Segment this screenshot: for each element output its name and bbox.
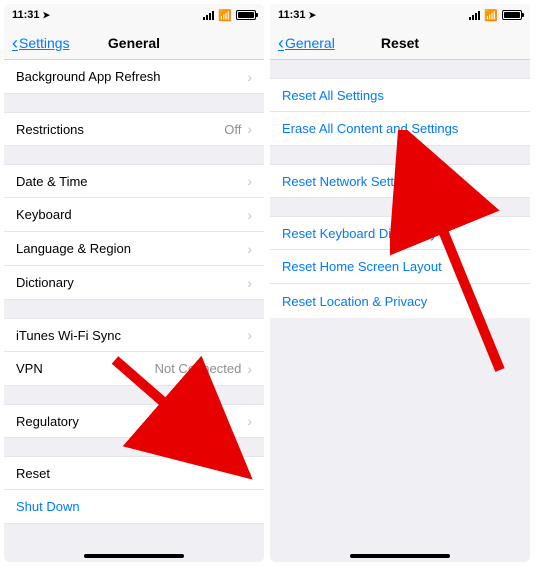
row-label: Reset Home Screen Layout xyxy=(282,259,518,274)
signal-icon xyxy=(203,11,214,20)
row-erase-all-content[interactable]: Erase All Content and Settings xyxy=(270,112,530,146)
row-label: Erase All Content and Settings xyxy=(282,121,518,136)
row-background-app-refresh[interactable]: Background App Refresh › xyxy=(4,60,264,94)
back-button-settings[interactable]: ‹ Settings xyxy=(12,34,70,52)
chevron-right-icon: › xyxy=(247,327,252,343)
row-value: Not Connected xyxy=(155,361,242,376)
chevron-left-icon: ‹ xyxy=(12,34,18,52)
row-label: Reset xyxy=(16,466,247,481)
home-indicator[interactable] xyxy=(84,554,184,558)
row-label: Regulatory xyxy=(16,414,247,429)
back-button-general[interactable]: ‹ General xyxy=(278,34,335,52)
status-bar: 11:31 ➤ 📶 xyxy=(270,4,530,26)
chevron-left-icon: ‹ xyxy=(278,34,284,52)
home-indicator[interactable] xyxy=(350,554,450,558)
chevron-right-icon: › xyxy=(247,413,252,429)
chevron-right-icon: › xyxy=(247,207,252,223)
row-reset-home-screen-layout[interactable]: Reset Home Screen Layout xyxy=(270,250,530,284)
chevron-right-icon: › xyxy=(247,173,252,189)
chevron-right-icon: › xyxy=(247,361,252,377)
row-label: Keyboard xyxy=(16,207,247,222)
phone-reset: 11:31 ➤ 📶 ‹ General Reset Reset All Sett… xyxy=(270,4,530,562)
row-label: VPN xyxy=(16,361,155,376)
row-keyboard[interactable]: Keyboard › xyxy=(4,198,264,232)
wifi-icon: 📶 xyxy=(484,9,498,22)
row-reset-keyboard-dictionary[interactable]: Reset Keyboard Dictionary xyxy=(270,216,530,250)
chevron-right-icon: › xyxy=(247,465,252,481)
row-label: Reset Network Settings xyxy=(282,174,518,189)
back-label: Settings xyxy=(19,35,70,51)
chevron-right-icon: › xyxy=(247,121,252,137)
row-reset-location-privacy[interactable]: Reset Location & Privacy xyxy=(270,284,530,318)
row-label: Reset All Settings xyxy=(282,88,518,103)
row-itunes-wifi-sync[interactable]: iTunes Wi-Fi Sync › xyxy=(4,318,264,352)
row-vpn[interactable]: VPN Not Connected › xyxy=(4,352,264,386)
chevron-right-icon: › xyxy=(247,241,252,257)
status-time: 11:31 xyxy=(278,9,306,21)
row-reset-all-settings[interactable]: Reset All Settings xyxy=(270,78,530,112)
row-label: Reset Location & Privacy xyxy=(282,294,518,309)
row-label: Shut Down xyxy=(16,499,252,514)
signal-icon xyxy=(469,11,480,20)
back-label: General xyxy=(285,35,335,51)
phone-general: 11:31 ➤ 📶 ‹ Settings General Background … xyxy=(4,4,264,562)
nav-bar: ‹ General Reset xyxy=(270,26,530,60)
content: Background App Refresh › Restrictions Of… xyxy=(4,60,264,562)
row-label: Date & Time xyxy=(16,174,247,189)
status-time: 11:31 xyxy=(12,9,40,21)
row-shut-down[interactable]: Shut Down xyxy=(4,490,264,524)
row-label: Dictionary xyxy=(16,275,247,290)
row-dictionary[interactable]: Dictionary › xyxy=(4,266,264,300)
status-bar: 11:31 ➤ 📶 xyxy=(4,4,264,26)
nav-bar: ‹ Settings General xyxy=(4,26,264,60)
battery-icon xyxy=(236,10,256,20)
row-label: Restrictions xyxy=(16,122,224,137)
row-label: Background App Refresh xyxy=(16,69,247,84)
row-value: Off xyxy=(224,122,241,137)
chevron-right-icon: › xyxy=(247,275,252,291)
battery-icon xyxy=(502,10,522,20)
row-label: Reset Keyboard Dictionary xyxy=(282,226,518,241)
row-label: iTunes Wi-Fi Sync xyxy=(16,328,247,343)
row-reset[interactable]: Reset › xyxy=(4,456,264,490)
row-reset-network-settings[interactable]: Reset Network Settings xyxy=(270,164,530,198)
row-restrictions[interactable]: Restrictions Off › xyxy=(4,112,264,146)
location-icon: ➤ xyxy=(309,10,317,21)
chevron-right-icon: › xyxy=(247,69,252,85)
wifi-icon: 📶 xyxy=(218,9,232,22)
row-date-time[interactable]: Date & Time › xyxy=(4,164,264,198)
location-icon: ➤ xyxy=(43,10,51,21)
row-label: Language & Region xyxy=(16,241,247,256)
row-language-region[interactable]: Language & Region › xyxy=(4,232,264,266)
content: Reset All Settings Erase All Content and… xyxy=(270,60,530,562)
row-regulatory[interactable]: Regulatory › xyxy=(4,404,264,438)
